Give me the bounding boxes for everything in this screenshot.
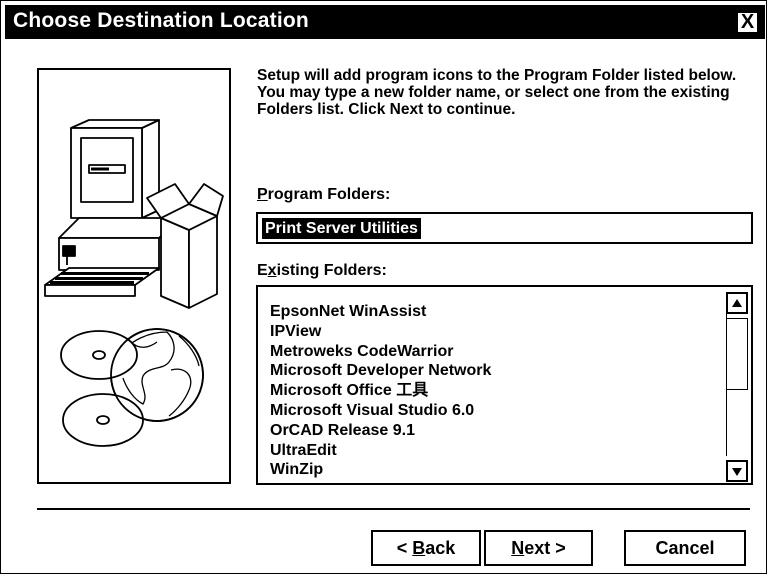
next-button-mnemonic: N [511, 538, 525, 558]
next-button[interactable]: Next > [484, 530, 593, 566]
title-bar: Choose Destination Location X [5, 5, 765, 39]
existing-folders-label-mnemonic: x [267, 262, 277, 279]
window-title: Choose Destination Location [13, 9, 309, 32]
back-button-prefix: < [396, 538, 413, 558]
back-button-mnemonic: B [412, 538, 426, 558]
list-item[interactable]: EpsonNet WinAssist [270, 302, 491, 322]
program-folders-label-mnemonic: P [257, 186, 268, 203]
list-item[interactable]: OrCAD Release 9.1 [270, 421, 491, 441]
list-item[interactable]: WinZip [270, 460, 491, 480]
list-item[interactable]: Metroweks CodeWarrior [270, 342, 491, 362]
close-button[interactable]: X [736, 11, 759, 34]
next-button-label: ext > [524, 538, 566, 558]
description-text: Setup will add program icons to the Prog… [257, 67, 737, 118]
computer-box-globe-cds-illustration [44, 119, 224, 447]
list-item[interactable]: Microsoft Developer Network [270, 361, 491, 381]
arrow-up-icon [732, 299, 742, 307]
divider [37, 508, 750, 510]
scrollbar-thumb[interactable] [726, 318, 748, 390]
program-folder-input[interactable]: Print Server Utilities [256, 212, 753, 244]
list-item[interactable]: IPView [270, 322, 491, 342]
existing-folders-label-first: E [257, 262, 268, 279]
scroll-down-button[interactable] [726, 460, 748, 482]
list-item[interactable]: Microsoft Office 工具 [270, 381, 491, 401]
program-folders-label-text: rogram Folders: [267, 186, 391, 203]
existing-folders-list[interactable]: EpsonNet WinAssist IPView Metroweks Code… [256, 285, 753, 485]
cancel-button-label: Cancel [655, 538, 715, 558]
back-button-label: ack [425, 538, 456, 558]
existing-folders-label-text: isting Folders: [276, 262, 387, 279]
back-button[interactable]: < Back [371, 530, 481, 566]
existing-folders-label: Existing Folders: [257, 262, 387, 280]
setup-illustration [37, 68, 231, 484]
vertical-scrollbar[interactable] [726, 288, 750, 482]
list-items: EpsonNet WinAssist IPView Metroweks Code… [270, 302, 491, 480]
list-item[interactable]: UltraEdit [270, 441, 491, 461]
setup-dialog: Choose Destination Location X Setup will… [0, 0, 767, 574]
scroll-up-button[interactable] [726, 292, 748, 314]
program-folder-value: Print Server Utilities [262, 218, 421, 239]
cancel-button[interactable]: Cancel [624, 530, 746, 566]
arrow-down-icon [732, 468, 742, 476]
close-icon: X [740, 11, 755, 33]
list-item[interactable]: Microsoft Visual Studio 6.0 [270, 401, 491, 421]
program-folders-label: Program Folders: [257, 186, 390, 204]
